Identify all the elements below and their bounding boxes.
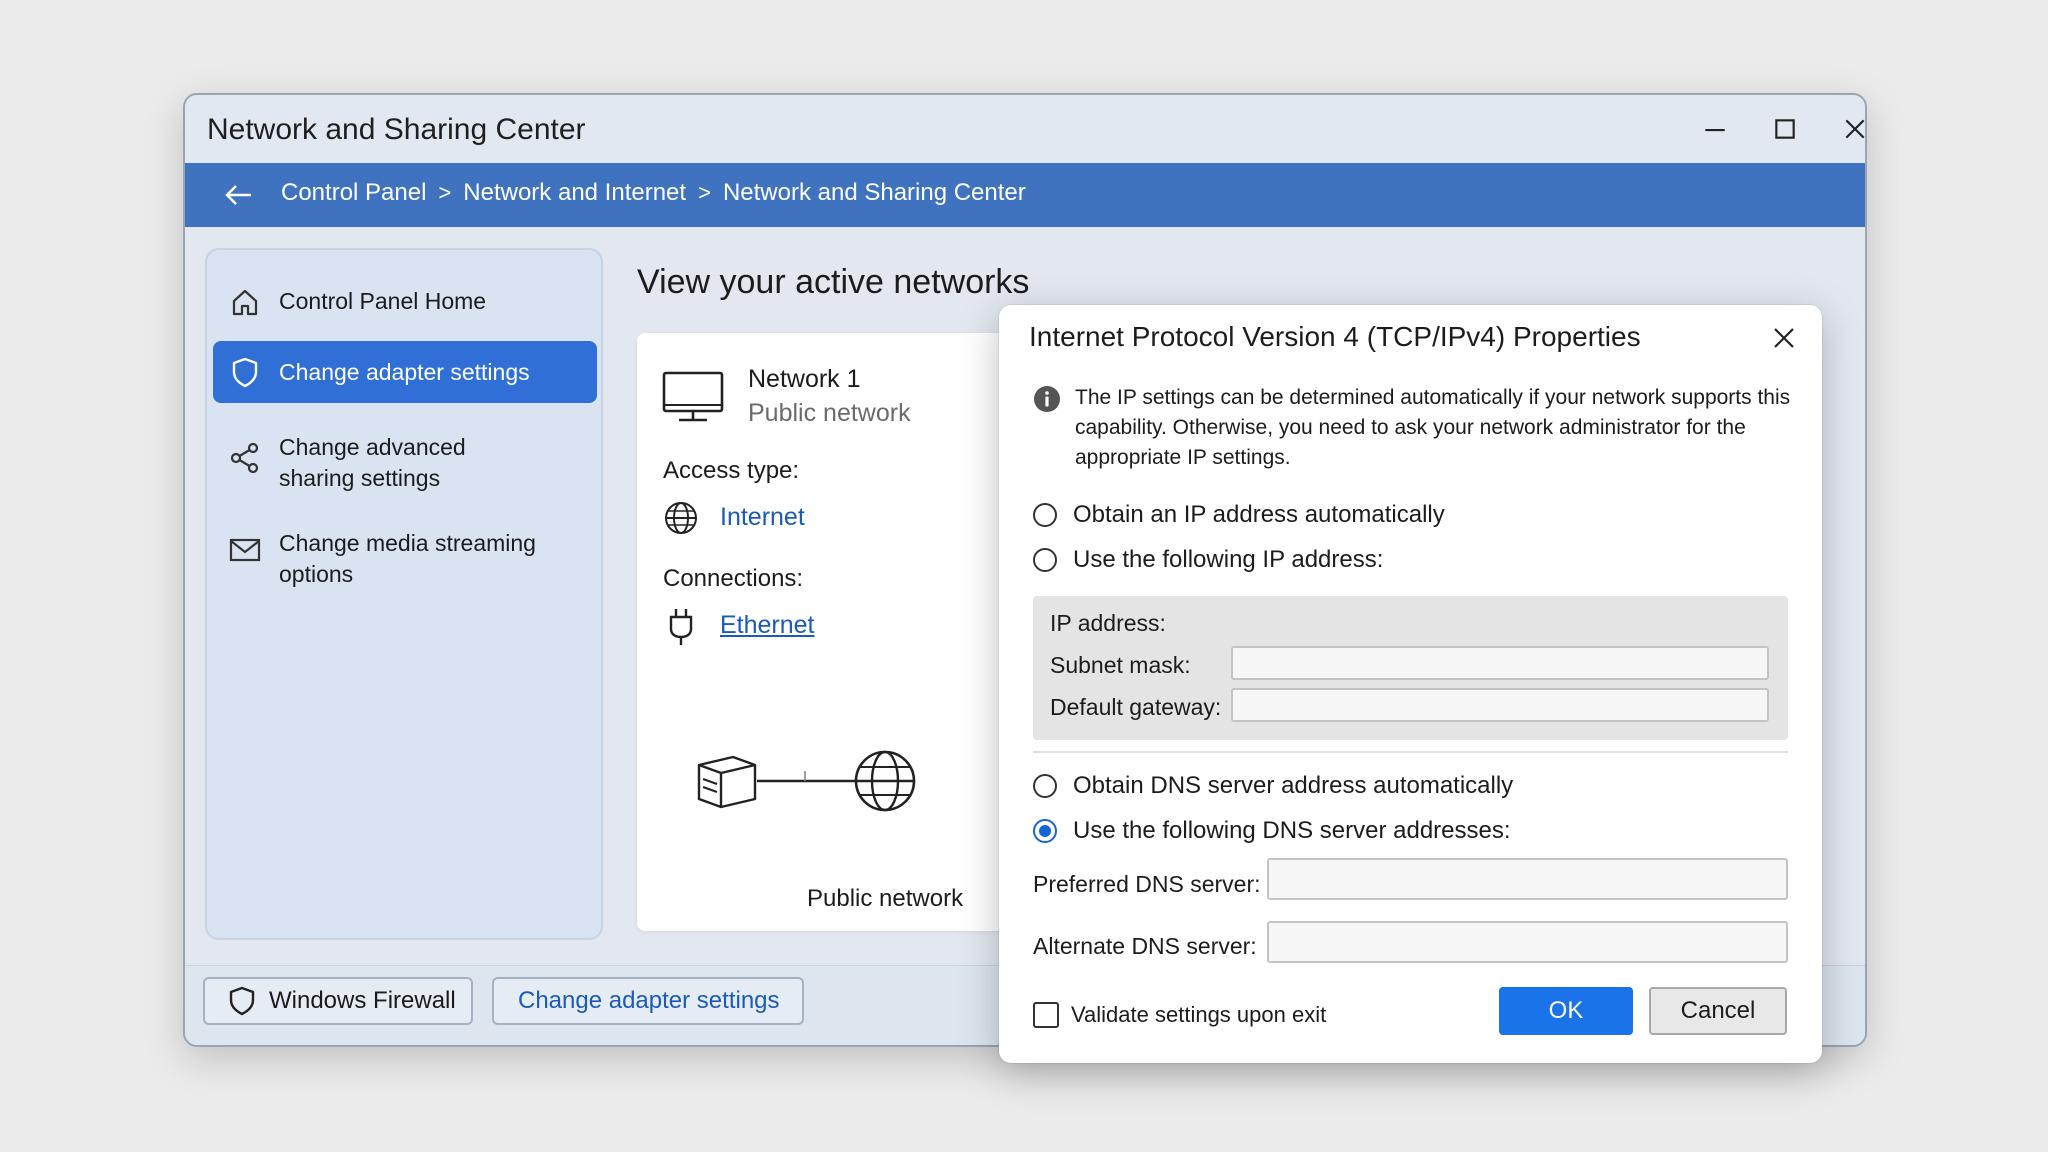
breadcrumb-separator: >	[438, 180, 452, 205]
access-type-value: Internet	[720, 503, 805, 531]
network-card: Network 1 Public network Access type: In…	[637, 333, 1057, 931]
dns-auto-option[interactable]: Obtain DNS server address automatically	[1033, 772, 1513, 800]
breadcrumb-item-network-sharing[interactable]: Network and Sharing Center	[723, 179, 1026, 207]
share-icon	[230, 442, 259, 474]
info-text: The IP settings can be determined automa…	[1075, 386, 1791, 469]
internet-globe-icon	[854, 750, 916, 812]
ip-settings-group: IP address: Subnet mask: Default gateway…	[1033, 596, 1788, 740]
alternate-dns-label: Alternate DNS server:	[1033, 933, 1257, 959]
window-title: Network and Sharing Center	[207, 113, 586, 146]
breadcrumb: Control Panel > Network and Internet > N…	[281, 179, 1026, 207]
divider	[1033, 751, 1788, 753]
sidebar-item-advanced-sharing[interactable]: Change advanced sharing settings	[213, 432, 597, 494]
ip-auto-label: Obtain an IP address automatically	[1073, 501, 1445, 528]
breadcrumb-separator: >	[698, 180, 711, 205]
ip-manual-radio[interactable]	[1033, 548, 1057, 572]
change-adapter-settings-button[interactable]: Change adapter settings	[492, 977, 804, 1025]
subnet-mask-input[interactable]	[1231, 646, 1769, 680]
info-icon	[1034, 386, 1060, 412]
ip-manual-option[interactable]: Use the following IP address:	[1033, 546, 1383, 574]
subnet-mask-label: Subnet mask:	[1050, 652, 1191, 678]
sidebar-item-home[interactable]: Control Panel Home	[213, 284, 597, 320]
dns-manual-option[interactable]: Use the following DNS server addresses:	[1033, 817, 1511, 845]
shield-icon	[229, 986, 255, 1016]
dialog-title: Internet Protocol Version 4 (TCP/IPv4) P…	[1029, 321, 1641, 352]
ethernet-plug-icon	[669, 609, 693, 645]
sidebar-item-label: Control Panel Home	[279, 288, 487, 314]
ip-address-label: IP address:	[1050, 610, 1166, 636]
info-message: The IP settings can be determined automa…	[1033, 383, 1793, 473]
default-gateway-input[interactable]	[1231, 688, 1769, 722]
access-type-label: Access type:	[663, 457, 800, 484]
minimize-icon	[1705, 129, 1725, 132]
close-icon	[1845, 119, 1865, 139]
connections-label: Connections:	[663, 565, 804, 592]
diagram-label: Public network	[807, 885, 964, 912]
validate-label: Validate settings upon exit	[1071, 1002, 1327, 1027]
mail-icon	[229, 538, 261, 562]
title-bar: Network and Sharing Center	[185, 95, 1865, 163]
alternate-dns-input[interactable]	[1267, 921, 1788, 963]
sidebar-item-change-adapter[interactable]: Change adapter settings	[213, 341, 597, 403]
address-bar: Control Panel > Network and Internet > N…	[185, 163, 1865, 227]
shield-icon	[232, 357, 258, 388]
monitor-icon	[662, 371, 724, 422]
sidebar-item-label: Change media streaming options	[279, 530, 536, 587]
ethernet-link[interactable]: Ethernet	[720, 611, 815, 640]
breadcrumb-item-control-panel[interactable]: Control Panel	[281, 179, 426, 207]
ok-button[interactable]: OK	[1499, 987, 1633, 1035]
maximize-button[interactable]	[1755, 103, 1815, 155]
dns-manual-label: Use the following DNS server addresses:	[1073, 817, 1511, 844]
ip-manual-label: Use the following IP address:	[1073, 546, 1384, 573]
sidebar: Control Panel Home Change adapter settin…	[205, 248, 603, 940]
network-diagram	[697, 750, 916, 812]
preferred-dns-label: Preferred DNS server:	[1033, 871, 1261, 897]
network-name: Network 1	[748, 365, 861, 393]
dns-auto-radio[interactable]	[1033, 774, 1057, 798]
maximize-icon	[1775, 119, 1795, 139]
computer-icon	[697, 755, 757, 809]
close-button[interactable]	[1825, 103, 1865, 155]
preferred-dns-input[interactable]	[1267, 858, 1788, 900]
ip-auto-option[interactable]: Obtain an IP address automatically	[1033, 501, 1445, 529]
sidebar-item-label: Change advanced sharing settings	[279, 434, 466, 491]
dns-manual-radio[interactable]	[1033, 819, 1057, 843]
globe-icon	[665, 502, 697, 534]
network-type: Public network	[748, 399, 911, 427]
page-heading: View your active networks	[637, 263, 1030, 301]
change-adapter-settings-label: Change adapter settings	[518, 987, 780, 1014]
windows-firewall-label: Windows Firewall	[269, 987, 456, 1014]
minimize-button[interactable]	[1685, 103, 1745, 155]
close-icon[interactable]	[1769, 323, 1799, 353]
sidebar-item-label: Change adapter settings	[279, 358, 530, 385]
home-icon	[232, 289, 258, 316]
ip-auto-radio[interactable]	[1033, 503, 1057, 527]
default-gateway-label: Default gateway:	[1050, 694, 1222, 720]
dns-auto-label: Obtain DNS server address automatically	[1073, 772, 1514, 799]
sidebar-item-media-streaming[interactable]: Change media streaming options	[213, 528, 597, 590]
validate-checkbox[interactable]	[1033, 1002, 1059, 1028]
breadcrumb-item-network-internet[interactable]: Network and Internet	[463, 179, 686, 207]
windows-firewall-button[interactable]: Windows Firewall	[203, 977, 473, 1025]
validate-settings-option[interactable]: Validate settings upon exit	[1033, 1002, 1326, 1028]
ipv4-properties-dialog: Internet Protocol Version 4 (TCP/IPv4) P…	[999, 305, 1822, 1063]
back-arrow-icon[interactable]	[221, 177, 257, 213]
cancel-button[interactable]: Cancel	[1649, 987, 1787, 1035]
